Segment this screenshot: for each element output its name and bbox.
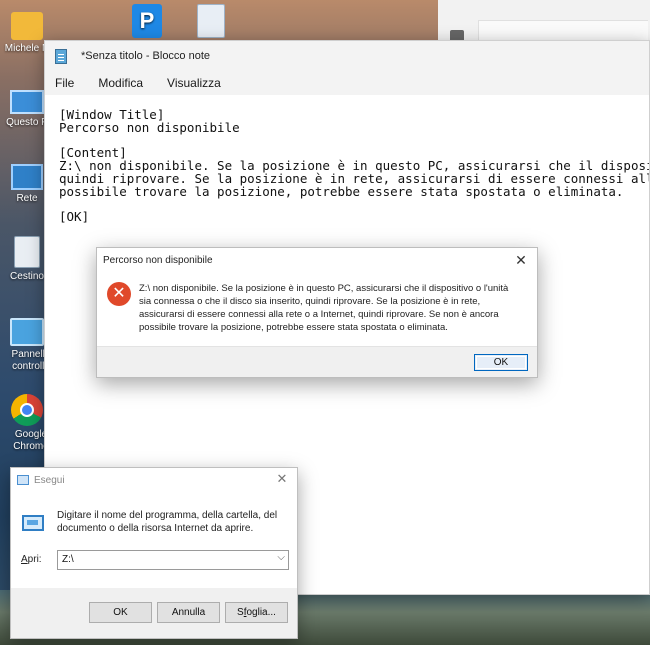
error-message: Z:\ non disponibile. Se la posizione è i…: [139, 283, 509, 333]
error-dialog[interactable]: Percorso non disponibile ✕ ✕ Z:\ non dis…: [96, 247, 538, 378]
open-combobox[interactable]: Z:\ ⌵: [57, 550, 289, 570]
notepad-title: *Senza titolo - Blocco note: [81, 50, 211, 62]
chevron-down-icon[interactable]: ⌵: [277, 552, 285, 563]
browse-label-post: oglia...: [246, 607, 276, 618]
notepad-menubar: File Modifica Visualizza: [45, 71, 649, 95]
error-icon: ✕: [107, 282, 131, 306]
run-program-icon: [22, 515, 44, 531]
desktop-icon-app-p[interactable]: P: [116, 4, 178, 41]
error-dialog-titlebar[interactable]: Percorso non disponibile ✕: [97, 248, 537, 272]
open-label-text: pri:: [27, 554, 42, 565]
notepad-titlebar[interactable]: *Senza titolo - Blocco note: [45, 41, 649, 71]
run-dialog[interactable]: Esegui ✕ Digitare il nome del programma,…: [10, 467, 298, 639]
run-dialog-title: Esegui: [34, 474, 65, 486]
recycle-bin-icon: [14, 236, 40, 268]
close-icon[interactable]: ✕: [513, 252, 529, 268]
error-dialog-title: Percorso non disponibile: [103, 254, 213, 266]
ok-button[interactable]: OK: [89, 602, 152, 623]
run-dialog-footer: OK Annulla Sfoglia...: [11, 588, 297, 638]
background-window: [438, 0, 650, 44]
this-pc-icon: [10, 90, 44, 114]
error-dialog-body: ✕ Z:\ non disponibile. Se la posizione è…: [97, 272, 537, 346]
open-label: Apri:: [21, 554, 42, 565]
browse-label-pre: S: [237, 607, 244, 618]
error-dialog-footer: OK: [97, 346, 537, 377]
desktop-icon-script[interactable]: [180, 4, 242, 41]
open-input[interactable]: Z:\: [62, 554, 74, 565]
menu-modifica[interactable]: Modifica: [98, 76, 143, 90]
run-description: Digitare il nome del programma, della ca…: [57, 510, 278, 534]
menu-visualizza[interactable]: Visualizza: [167, 76, 221, 90]
cancel-button[interactable]: Annulla: [157, 602, 220, 623]
notepad-text-area[interactable]: [Window Title] Percorso non disponibile …: [59, 109, 649, 224]
background-window-bar: [478, 20, 648, 40]
ok-button[interactable]: OK: [474, 354, 528, 371]
user-folder-icon: [11, 12, 43, 40]
script-file-icon: [197, 4, 225, 38]
run-dialog-titlebar[interactable]: Esegui ✕: [11, 468, 297, 492]
run-icon: [17, 475, 29, 485]
notepad-icon: [55, 48, 67, 64]
open-label-accelerator: A: [21, 554, 28, 565]
chrome-icon: [11, 394, 43, 426]
browse-button[interactable]: Sfoglia...: [225, 602, 288, 623]
close-icon[interactable]: ✕: [275, 472, 289, 486]
app-p-icon: P: [132, 4, 162, 38]
network-icon: [11, 164, 43, 190]
menu-file[interactable]: File: [55, 76, 74, 90]
control-panel-icon: [10, 318, 44, 346]
